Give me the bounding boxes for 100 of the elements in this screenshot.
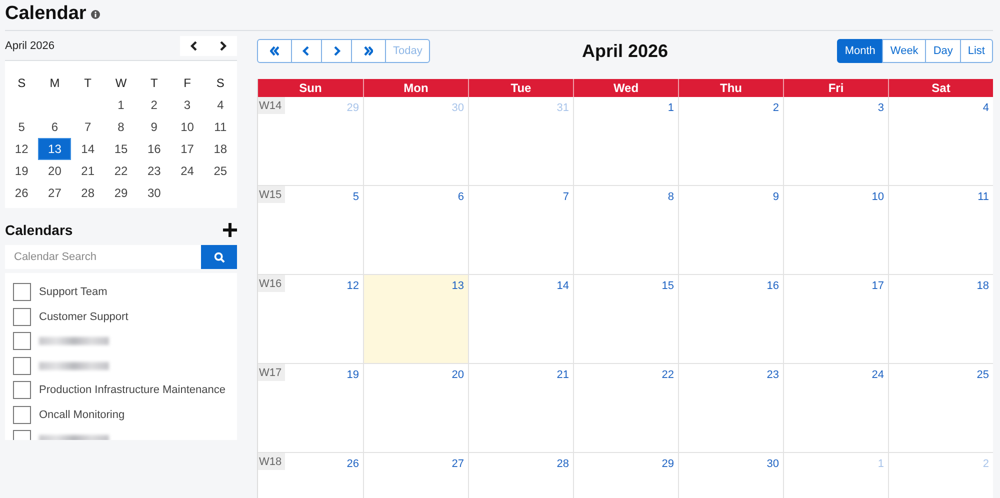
- mini-calendar-day[interactable]: 30: [138, 182, 171, 204]
- day-number[interactable]: 13: [452, 280, 464, 292]
- double-chevron-left-icon: [270, 46, 279, 56]
- add-icon[interactable]: [223, 223, 237, 237]
- checkbox[interactable]: [13, 381, 31, 400]
- mini-calendar-day[interactable]: 26: [5, 182, 38, 204]
- mini-calendar-day[interactable]: 5: [5, 116, 38, 138]
- day-number[interactable]: 25: [976, 369, 989, 381]
- day-number[interactable]: 20: [452, 369, 464, 381]
- mini-calendar-day[interactable]: 19: [5, 160, 38, 182]
- calendars-heading: Calendars: [5, 222, 73, 238]
- mini-calendar-day[interactable]: 17: [170, 138, 204, 160]
- day-number[interactable]: 11: [978, 191, 989, 203]
- mini-calendar-day[interactable]: 14: [71, 138, 104, 160]
- chevron-right-icon: [332, 46, 341, 56]
- weekday-label: T: [83, 75, 93, 92]
- day-number[interactable]: 24: [872, 369, 884, 381]
- calendar-title: April 2026: [582, 40, 668, 62]
- day-number[interactable]: 12: [346, 280, 359, 292]
- mini-calendar-day[interactable]: 22: [104, 160, 138, 182]
- day-number[interactable]: 17: [872, 280, 884, 292]
- chevron-left-icon: [302, 46, 311, 56]
- mini-calendar-day[interactable]: 29: [104, 182, 138, 204]
- blurred-text: [39, 362, 109, 370]
- mini-calendar-day[interactable]: 9: [138, 116, 171, 138]
- day-number[interactable]: 3: [878, 102, 884, 114]
- mini-calendar-day[interactable]: 15: [104, 138, 138, 160]
- double-chevron-right-icon: [364, 46, 373, 56]
- checkbox[interactable]: [13, 332, 31, 350]
- today-cell[interactable]: 13: [363, 275, 468, 363]
- day-number[interactable]: 21: [556, 369, 569, 381]
- day-number[interactable]: 28: [556, 458, 569, 470]
- mini-calendar-day[interactable]: 18: [204, 138, 237, 160]
- day-number[interactable]: 9: [772, 191, 779, 203]
- day-number[interactable]: 30: [766, 458, 779, 470]
- previous-year-button[interactable]: [257, 39, 292, 63]
- weekday-header: Fri: [783, 79, 888, 97]
- day-number[interactable]: 16: [766, 280, 779, 292]
- checkbox[interactable]: [13, 308, 31, 326]
- weekday-header: Wed: [573, 79, 678, 97]
- mini-calendar-day[interactable]: 20: [38, 160, 72, 182]
- mini-calendar-day[interactable]: 21: [71, 160, 104, 182]
- search-button[interactable]: [201, 245, 237, 269]
- mini-calendar-day[interactable]: 12: [5, 138, 38, 160]
- mini-calendar-day[interactable]: 16: [138, 138, 171, 160]
- weekday-label: S: [16, 75, 27, 92]
- day-number[interactable]: 10: [872, 191, 884, 203]
- mini-calendar-day[interactable]: 11: [204, 116, 237, 138]
- mini-calendar-day[interactable]: 13: [38, 138, 72, 160]
- week-number: W16: [258, 275, 285, 292]
- mini-calendar-day[interactable]: 4: [204, 94, 237, 116]
- day-number[interactable]: 23: [766, 369, 779, 381]
- week-number: W14: [258, 97, 285, 114]
- mini-calendar-day[interactable]: 23: [138, 160, 171, 182]
- day-number[interactable]: 4: [982, 102, 989, 114]
- calendar-name: Oncall Monitoring: [39, 408, 125, 421]
- day-number[interactable]: 14: [556, 280, 569, 292]
- day-number[interactable]: 2: [772, 102, 779, 114]
- view-tab[interactable]: Week: [882, 39, 926, 63]
- day-number[interactable]: 1: [668, 102, 674, 114]
- mini-calendar-day[interactable]: 8: [104, 116, 138, 138]
- mini-calendar-day[interactable]: 25: [204, 160, 237, 182]
- mini-calendar-day[interactable]: 3: [170, 94, 204, 116]
- weekday-label: M: [48, 75, 61, 92]
- next-year-button[interactable]: [351, 39, 386, 63]
- day-number[interactable]: 7: [562, 191, 569, 203]
- checkbox[interactable]: [13, 356, 31, 375]
- week-number: W15: [258, 186, 285, 203]
- day-number[interactable]: 19: [346, 369, 359, 381]
- day-number[interactable]: 27: [452, 458, 464, 470]
- info-icon: [91, 10, 100, 18]
- mini-calendar-day[interactable]: 10: [170, 116, 204, 138]
- day-number[interactable]: 18: [976, 280, 989, 292]
- view-tab[interactable]: Month: [836, 39, 884, 63]
- checkbox[interactable]: [13, 406, 31, 424]
- mini-calendar-day[interactable]: 6: [38, 116, 72, 138]
- day-number[interactable]: 6: [458, 191, 464, 203]
- weekday-header: Mon: [363, 79, 468, 97]
- day-number[interactable]: 8: [668, 191, 674, 203]
- mini-calendar-day[interactable]: 27: [38, 182, 72, 204]
- calendar-name: Support Team: [39, 286, 108, 298]
- mini-calendar-day[interactable]: 28: [71, 182, 104, 204]
- checkbox[interactable]: [13, 283, 31, 302]
- day-number[interactable]: 29: [662, 458, 674, 470]
- search-icon: [214, 252, 224, 262]
- day-number[interactable]: 5: [352, 191, 359, 203]
- previous-button[interactable]: [291, 39, 322, 63]
- day-number[interactable]: 26: [346, 458, 359, 470]
- day-number[interactable]: 15: [662, 280, 674, 292]
- view-tab[interactable]: List: [960, 39, 993, 63]
- chevron-right-icon: [218, 41, 228, 51]
- mini-calendar-day[interactable]: 24: [170, 160, 204, 182]
- weekday-header: Thu: [678, 79, 783, 97]
- mini-calendar-day[interactable]: 1: [104, 94, 138, 116]
- view-tab[interactable]: Day: [925, 39, 961, 63]
- mini-calendar-day[interactable]: 2: [138, 94, 171, 116]
- calendar-search-field[interactable]: Calendar Search: [5, 245, 201, 269]
- mini-calendar-day[interactable]: 7: [71, 116, 104, 138]
- day-number[interactable]: 22: [662, 369, 674, 381]
- next-button[interactable]: [321, 39, 352, 63]
